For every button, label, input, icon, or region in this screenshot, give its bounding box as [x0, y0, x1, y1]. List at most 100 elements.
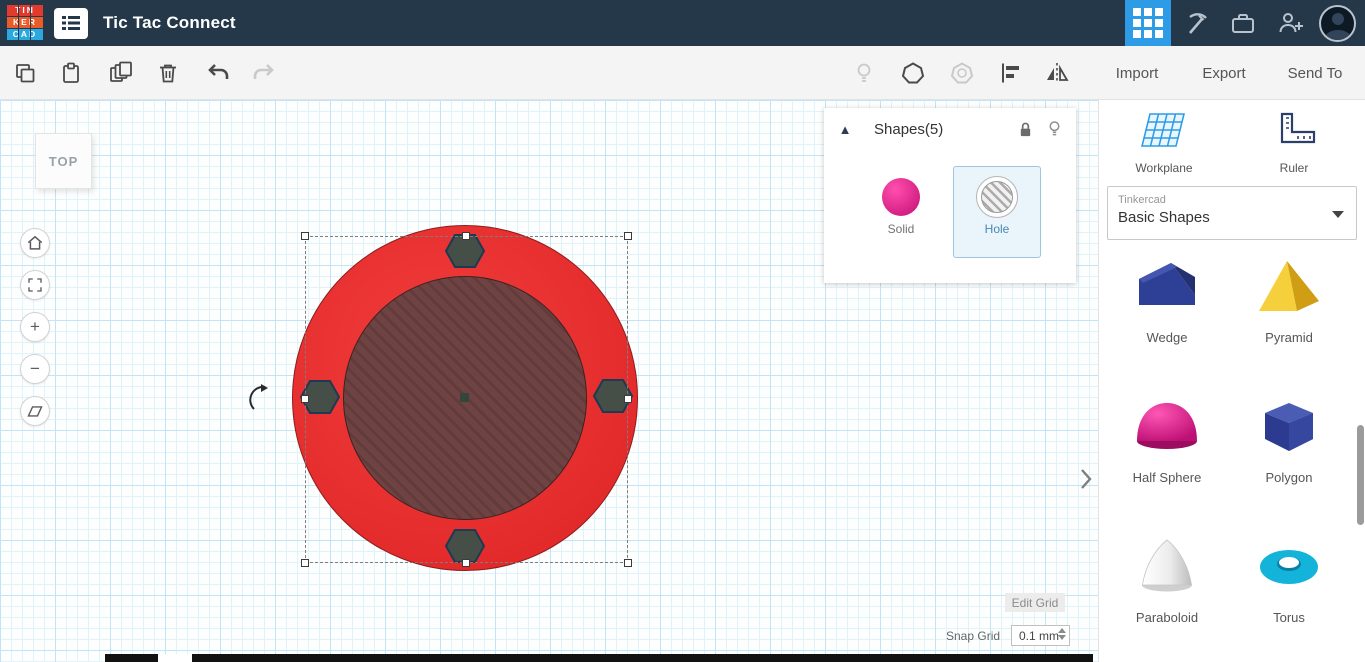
send-to-button[interactable]: Send To: [1276, 58, 1354, 88]
tinkercad-app: TIN KER CAD Tic Tac Connect Import Expor…: [0, 0, 1365, 662]
workplane-icon: [1141, 113, 1185, 147]
top-bar: TIN KER CAD Tic Tac Connect: [0, 0, 1365, 46]
collection-category: Tinkercad: [1118, 194, 1166, 206]
blocks-mode-button[interactable]: [1171, 0, 1219, 46]
lock-button[interactable]: [1018, 121, 1033, 138]
menu-list-icon: [62, 16, 80, 30]
edit-toolbar: Import Export Send To: [0, 46, 1365, 100]
shape-inspector-panel: ▲ Shapes(5) Solid Hole: [824, 108, 1076, 283]
shape-center-mark: [460, 393, 469, 402]
paste-button[interactable]: [52, 55, 90, 91]
flat-view-icon: [27, 406, 43, 417]
shape-item-torus[interactable]: Torus: [1229, 535, 1349, 625]
solid-label: Solid: [887, 222, 915, 236]
resize-handle-bottom-center[interactable]: [462, 559, 470, 567]
resize-handle-top-center[interactable]: [462, 232, 470, 240]
delete-button[interactable]: [149, 55, 187, 91]
resize-handle-bottom-left[interactable]: [301, 559, 309, 567]
resize-handle-top-left[interactable]: [301, 232, 309, 240]
copy-icon: [16, 64, 35, 83]
shape-item-paraboloid[interactable]: Paraboloid: [1107, 535, 1227, 625]
redo-button[interactable]: [245, 55, 283, 91]
sidebar-scrollbar-thumb[interactable]: [1357, 425, 1364, 525]
rotate-handle[interactable]: [246, 382, 270, 414]
person-add-icon: [1279, 13, 1303, 33]
duplicate-icon: [110, 61, 132, 82]
workplane-label: Workplane: [1135, 161, 1193, 175]
scrollbar-thumb[interactable]: [158, 654, 192, 662]
workplane-tool[interactable]: Workplane: [1109, 110, 1219, 175]
export-button[interactable]: Export: [1190, 58, 1258, 88]
stepper-arrows-icon[interactable]: [1058, 628, 1066, 640]
pyramid-icon: [1259, 261, 1319, 311]
paraboloid-icon: [1142, 539, 1192, 592]
mirror-button[interactable]: [1038, 55, 1076, 91]
ruler-tool[interactable]: Ruler: [1239, 110, 1349, 175]
snap-grid-value: 0.1 mm: [1019, 628, 1060, 643]
snap-grid-select[interactable]: 0.1 mm: [1011, 625, 1070, 646]
hole-swatch-icon: [976, 176, 1018, 218]
horizontal-scrollbar[interactable]: [105, 654, 1093, 662]
dashboard-grid-button[interactable]: [1125, 0, 1171, 46]
trash-icon: [160, 64, 176, 83]
shape-collection-dropdown[interactable]: Tinkercad Basic Shapes: [1107, 186, 1357, 240]
shape-item-pyramid[interactable]: Pyramid: [1229, 255, 1349, 345]
work-briefcase-button[interactable]: [1219, 0, 1267, 46]
resize-handle-mid-right[interactable]: [624, 395, 632, 403]
topbar-actions: [1125, 0, 1365, 46]
undo-button[interactable]: [199, 55, 237, 91]
chevron-right-icon: [1081, 469, 1092, 489]
design-menu-button[interactable]: [54, 7, 88, 39]
grid-icon: [1133, 8, 1141, 16]
pickaxe-icon: [1189, 13, 1207, 34]
redo-icon: [253, 64, 274, 79]
design-title[interactable]: Tic Tac Connect: [103, 13, 236, 33]
shape-item-polygon[interactable]: Polygon: [1229, 395, 1349, 485]
shape-item-wedge[interactable]: Wedge: [1107, 255, 1227, 345]
duplicate-button[interactable]: [102, 55, 140, 91]
torus-icon: [1260, 550, 1318, 584]
hole-option[interactable]: Hole: [953, 166, 1041, 258]
avatar-silhouette: [1332, 12, 1344, 25]
shapes-sidebar: Workplane Ruler Tinkercad Basic Shapes W…: [1098, 100, 1365, 662]
solid-option[interactable]: Solid: [857, 166, 945, 258]
resize-handle-top-right[interactable]: [624, 232, 632, 240]
align-icon: [1002, 63, 1019, 83]
mirror-flip-icon: [1047, 63, 1069, 83]
align-button[interactable]: [991, 55, 1029, 91]
briefcase-icon: [1232, 14, 1254, 33]
import-button[interactable]: Import: [1102, 58, 1172, 88]
resize-handle-mid-left[interactable]: [301, 395, 309, 403]
inspector-title: Shapes(5): [874, 120, 944, 138]
group-shape-icon: [901, 62, 925, 84]
group-button[interactable]: [894, 55, 932, 91]
hole-label: Hole: [984, 222, 1010, 236]
inspector-header: ▲ Shapes(5): [824, 108, 1076, 150]
solid-swatch-icon: [882, 178, 920, 216]
logo-row: CAD: [7, 28, 43, 40]
zoom-out-button[interactable]: −: [20, 354, 50, 384]
invite-collaborator-button[interactable]: [1267, 0, 1315, 46]
shape-item-half-sphere[interactable]: Half Sphere: [1107, 395, 1227, 485]
fit-view-button[interactable]: [20, 270, 50, 300]
tinkercad-logo[interactable]: TIN KER CAD: [7, 4, 43, 42]
show-all-button[interactable]: [845, 55, 883, 91]
paste-icon: [63, 62, 79, 83]
collapse-panel-button[interactable]: ▲: [828, 114, 862, 144]
user-avatar[interactable]: [1319, 4, 1356, 42]
sidebar-collapse-chevron[interactable]: [1076, 462, 1096, 496]
lightbulb-icon: [857, 63, 871, 82]
ungroup-button[interactable]: [943, 55, 981, 91]
copy-button[interactable]: [6, 55, 44, 91]
hide-button[interactable]: [1047, 120, 1062, 138]
snap-grid-label: Snap Grid: [946, 629, 1001, 643]
chevron-down-icon: [1332, 211, 1344, 218]
logo-row: KER: [7, 16, 43, 28]
home-view-button[interactable]: [20, 228, 50, 258]
perspective-toggle-button[interactable]: [20, 396, 50, 426]
polygon-prism-icon: [1265, 403, 1313, 451]
resize-handle-bottom-right[interactable]: [624, 559, 632, 567]
zoom-in-button[interactable]: +: [20, 312, 50, 342]
edit-grid-button[interactable]: Edit Grid: [1005, 593, 1065, 612]
view-cube[interactable]: TOP: [35, 133, 92, 189]
